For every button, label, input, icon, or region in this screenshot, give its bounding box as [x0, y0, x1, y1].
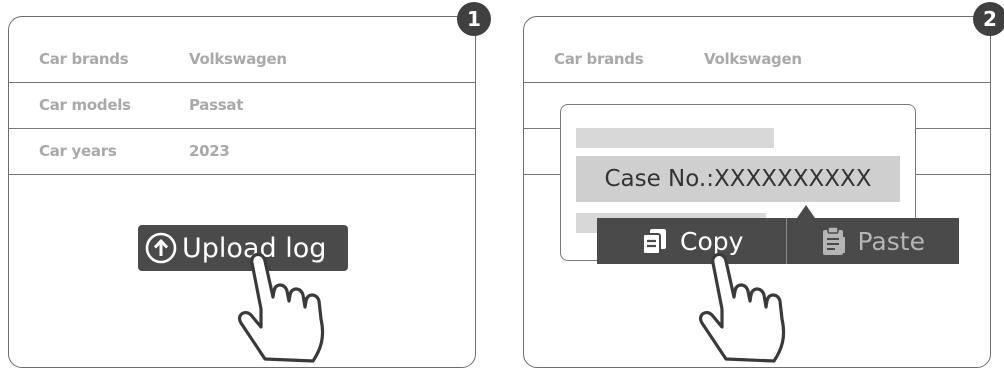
step-1-panel: Car brands Volkswagen Car models Passat … — [8, 16, 476, 368]
paste-menu-item[interactable]: Paste — [786, 218, 959, 264]
pointing-hand-icon — [238, 252, 325, 363]
placeholder-bar — [576, 128, 774, 148]
paste-icon — [823, 226, 846, 255]
step-1-badge: 1 — [457, 2, 491, 36]
case-number-selection[interactable]: Case No.:XXXXXXXXXX — [576, 156, 900, 202]
car-brand-row: Car brands Volkswagen — [9, 37, 475, 83]
upload-arrow-icon — [145, 232, 177, 264]
car-brand-value: Volkswagen — [189, 50, 287, 68]
car-brand-label: Car brands — [39, 50, 129, 68]
car-year-row: Car years 2023 — [9, 129, 475, 175]
car-model-row: Car models Passat — [9, 83, 475, 129]
car-brand-label: Car brands — [554, 50, 644, 68]
car-year-value: 2023 — [189, 142, 230, 160]
paste-label: Paste — [857, 226, 925, 256]
car-model-value: Passat — [189, 96, 244, 114]
car-model-label: Car models — [39, 96, 131, 114]
car-brand-row: Car brands Volkswagen — [524, 37, 990, 83]
step-2-panel: Car brands Volkswagen Case No.:XXXXXXXXX… — [523, 16, 991, 368]
step-2-badge: 2 — [973, 2, 1004, 36]
car-brand-value: Volkswagen — [704, 50, 802, 68]
car-year-label: Car years — [39, 142, 117, 160]
context-menu-pointer — [797, 205, 815, 218]
pointing-hand-icon — [699, 252, 786, 363]
copy-icon — [642, 229, 667, 255]
